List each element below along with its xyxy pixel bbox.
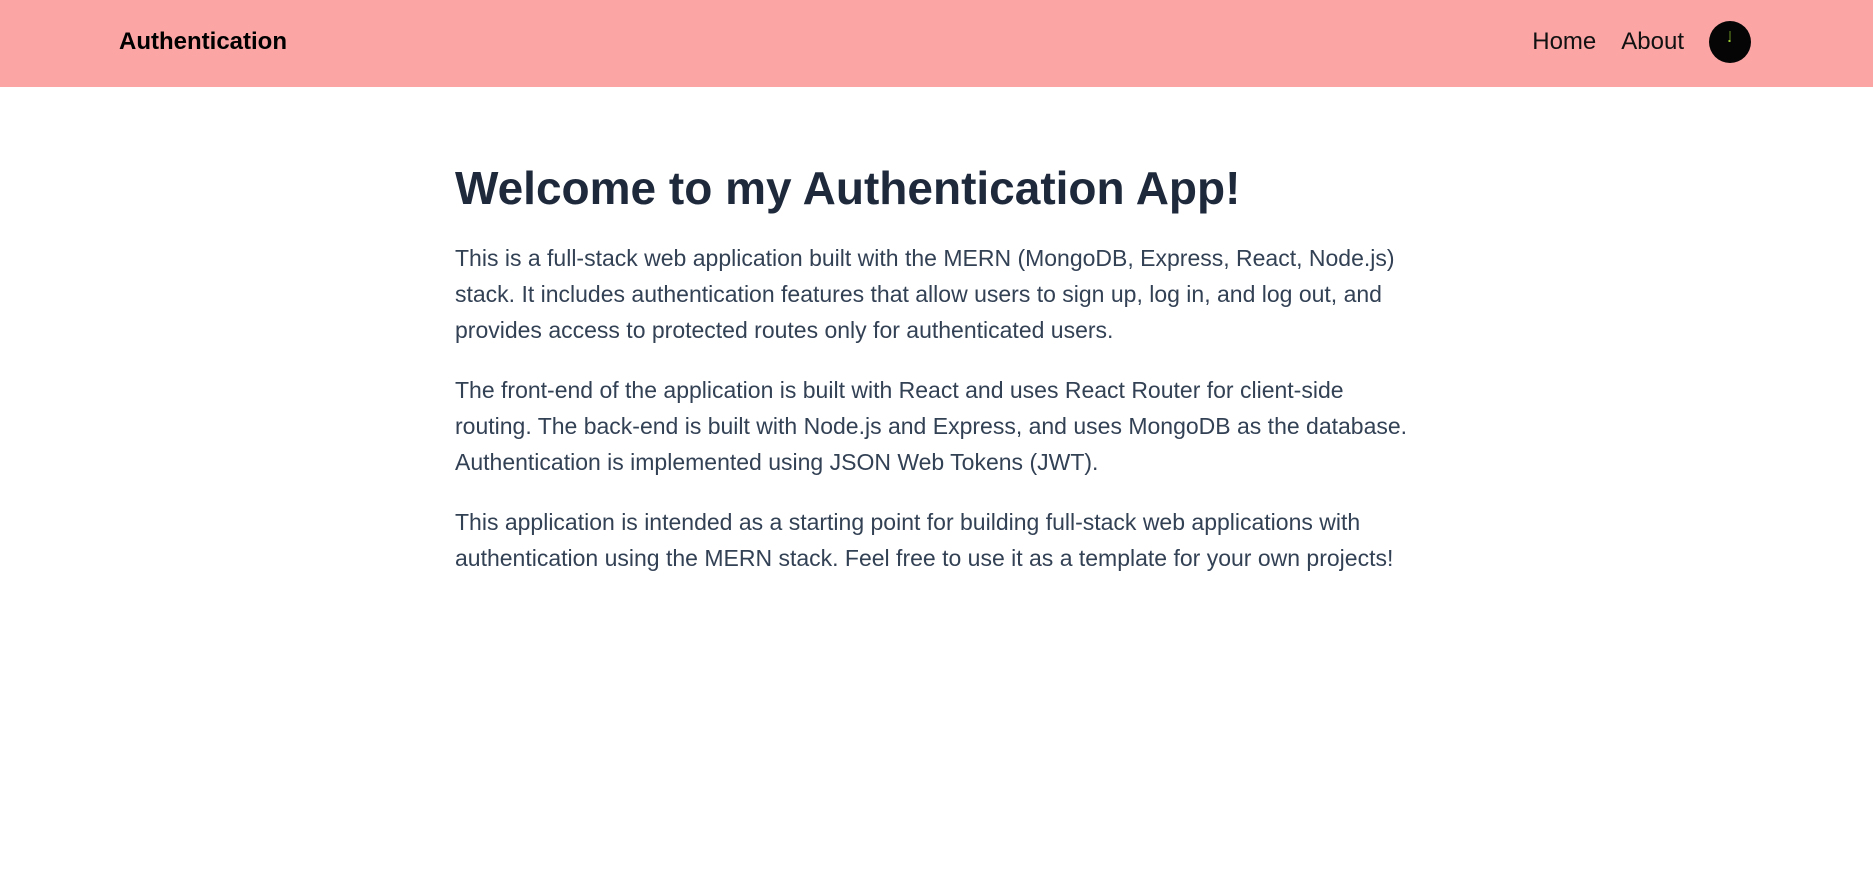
user-avatar-button[interactable] <box>1709 21 1751 63</box>
main-content: Welcome to my Authentication App! This i… <box>455 160 1420 600</box>
nav-home-link[interactable]: Home <box>1532 28 1596 56</box>
page-title: Welcome to my Authentication App! <box>455 162 1241 214</box>
top-navbar: Authentication Home About <box>0 0 1873 87</box>
nav-links: Home About <box>1532 20 1751 64</box>
tech-stack-paragraph: The front-end of the application is buil… <box>455 377 1408 475</box>
user-avatar-icon <box>1728 31 1731 42</box>
usage-paragraph: This application is intended as a starti… <box>455 509 1394 571</box>
nav-about-link[interactable]: About <box>1621 28 1684 56</box>
intro-paragraph: This is a full-stack web application bui… <box>455 245 1395 343</box>
brand-logo-link[interactable]: Authentication <box>119 28 287 56</box>
